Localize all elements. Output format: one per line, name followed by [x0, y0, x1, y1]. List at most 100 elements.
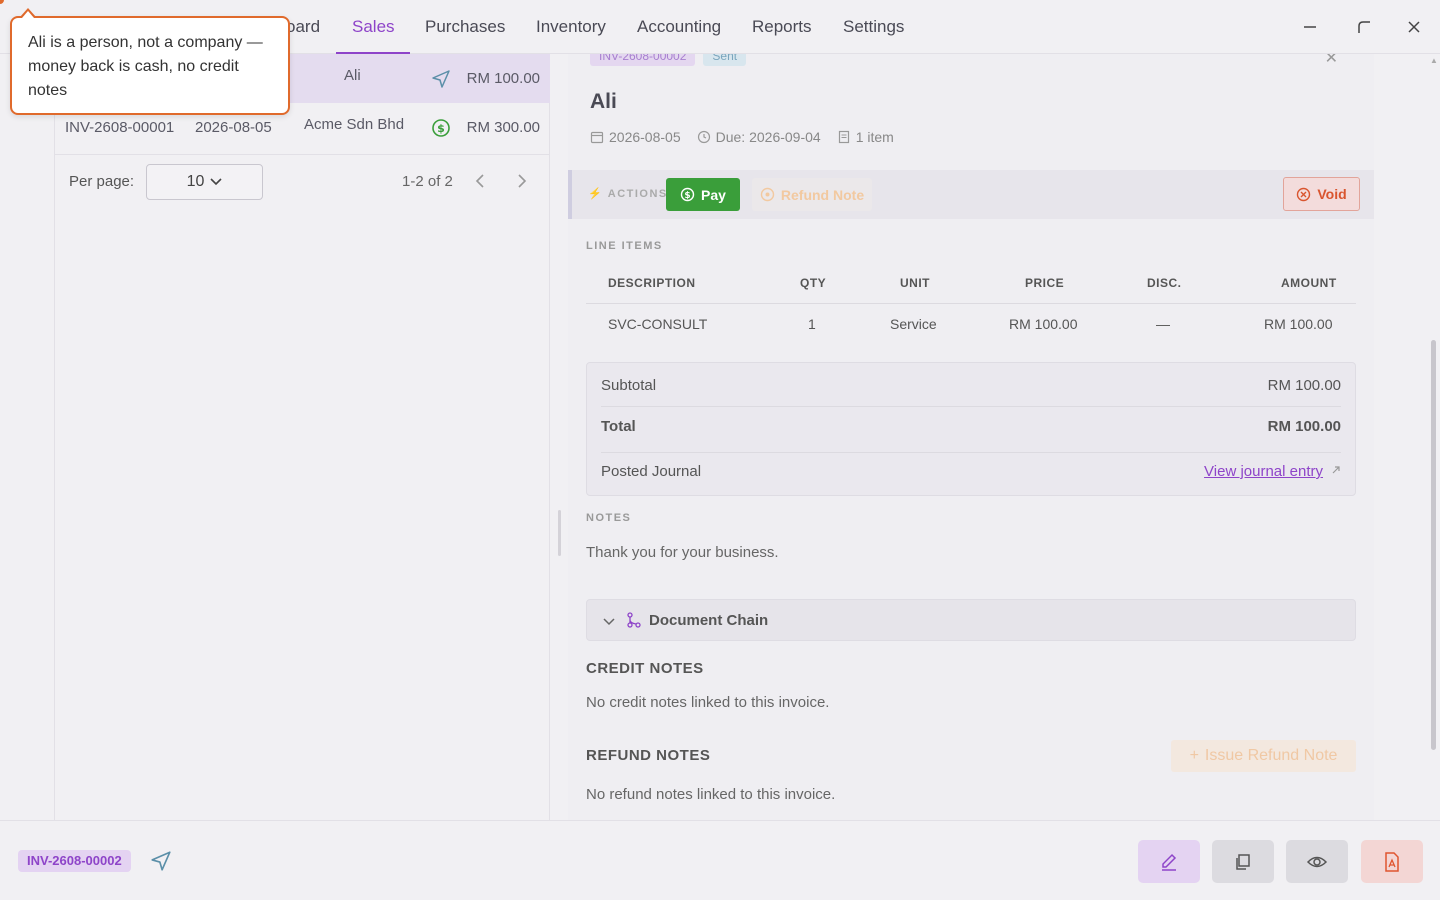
credit-notes-heading: CREDIT NOTES	[586, 660, 704, 677]
line-items-label: LINE ITEMS	[586, 240, 663, 252]
per-page-label: Per page:	[69, 173, 135, 190]
subtotal-row: Subtotal RM 100.00	[601, 363, 1341, 405]
calendar-icon	[590, 131, 604, 144]
pdf-button[interactable]	[1361, 840, 1423, 883]
refund-note-button[interactable]: Refund Note	[752, 178, 872, 211]
edit-button[interactable]	[1138, 840, 1200, 883]
prev-page-icon[interactable]	[471, 171, 491, 191]
chevron-down-icon	[603, 613, 615, 630]
refund-notes-heading: REFUND NOTES	[586, 747, 711, 764]
void-label: Void	[1317, 186, 1347, 202]
pencil-icon	[1162, 853, 1177, 871]
close-icon[interactable]: ✕	[1325, 54, 1338, 68]
nav-inventory[interactable]: Inventory	[520, 0, 622, 54]
scrollbar[interactable]	[1431, 340, 1436, 750]
document-chain-label: Document Chain	[649, 612, 769, 629]
external-link-icon	[1331, 462, 1341, 479]
column-header: DESCRIPTION	[608, 276, 696, 290]
due-date: Due: 2026-09-04	[715, 129, 821, 145]
invoice-amount: RM 100.00	[466, 70, 540, 87]
svg-text:$: $	[437, 122, 445, 135]
posted-journal-row: Posted Journal View journal entry	[601, 449, 1341, 491]
column-header: PRICE	[1025, 276, 1065, 290]
nav-purchases[interactable]: Purchases	[409, 0, 521, 54]
column-header: UNIT	[900, 276, 930, 290]
restore-icon[interactable]	[1349, 12, 1379, 42]
issue-refund-note-label: Issue Refund Note	[1204, 747, 1338, 764]
line-discount: —	[1156, 316, 1170, 332]
invoice-list-panel: Ali RM 100.00 INV-2608-00001 2026-08-05 …	[54, 54, 550, 820]
nav-reports[interactable]: Reports	[736, 0, 828, 54]
x-circle-icon	[1297, 187, 1311, 201]
minimize-icon[interactable]	[1295, 12, 1325, 42]
nav-settings[interactable]: Settings	[827, 0, 920, 54]
per-page-select[interactable]: 10	[146, 164, 263, 200]
tooltip-arrow-inner	[22, 11, 34, 18]
refund-notes-text: No refund notes linked to this invoice.	[586, 786, 836, 803]
line-unit: Service	[890, 316, 937, 332]
pay-button[interactable]: $ Pay	[666, 178, 740, 211]
invoice-customer: Acme Sdn Bhd	[304, 116, 405, 133]
preview-button[interactable]	[1286, 840, 1348, 883]
scroll-up-icon[interactable]: ▲	[1430, 56, 1438, 65]
detail-badges: INV-2608-00002 Sent	[590, 54, 747, 66]
refund-note-label: Refund Note	[780, 186, 865, 203]
total-label: Total	[601, 418, 636, 435]
line-qty: 1	[808, 316, 816, 332]
notes-label: NOTES	[586, 512, 632, 524]
invoice-number-badge: INV-2608-00002	[18, 850, 131, 872]
chevron-down-icon	[210, 173, 222, 191]
column-header: QTY	[800, 276, 827, 290]
document-icon	[838, 130, 849, 144]
plus-icon: +	[1189, 747, 1199, 764]
next-page-icon[interactable]	[511, 171, 531, 191]
invoice-customer: Ali	[344, 67, 361, 84]
total-value: RM 100.00	[1267, 418, 1341, 435]
bottom-toolbar: INV-2608-00002	[0, 820, 1440, 900]
line-amount: RM 100.00	[1264, 316, 1333, 332]
tooltip: Ali is a person, not a company — money b…	[10, 16, 290, 115]
line-description: SVC-CONSULT	[608, 316, 708, 332]
branch-icon	[627, 612, 641, 632]
line-items-header: DESCRIPTION QTY UNIT PRICE DISC. AMOUNT	[586, 264, 1356, 304]
invoice-detail-panel: INV-2608-00002 Sent ✕ Ali 2026-08-05 Due…	[568, 54, 1374, 820]
eye-icon	[1306, 856, 1328, 867]
send-icon	[431, 69, 451, 93]
nav-sales[interactable]: Sales	[336, 0, 410, 54]
issue-refund-note-button[interactable]: + Issue Refund Note	[1171, 740, 1356, 772]
subtotal-label: Subtotal	[601, 377, 657, 394]
pdf-icon	[1385, 851, 1399, 872]
clock-icon	[697, 130, 710, 144]
duplicate-button[interactable]	[1212, 840, 1274, 883]
pagination: Per page: 10 1-2 of 2	[55, 154, 550, 206]
column-header: AMOUNT	[1281, 276, 1337, 290]
view-journal-link[interactable]: View journal entry	[1204, 463, 1323, 480]
invoice-meta: 2026-08-05 Due: 2026-09-04 1 item	[590, 129, 894, 145]
invoice-number-badge: INV-2608-00002	[590, 54, 696, 66]
notes-text: Thank you for your business.	[586, 544, 779, 561]
invoice-date: 2026-08-05	[195, 119, 272, 136]
column-header: DISC.	[1147, 276, 1182, 290]
dollar-circle-icon: $	[680, 187, 695, 202]
tooltip-text: Ali is a person, not a company — money b…	[28, 34, 263, 99]
table-row: SVC-CONSULT 1 Service RM 100.00 — RM 100…	[586, 304, 1356, 342]
invoice-amount: RM 300.00	[466, 119, 540, 136]
document-chain-toggle[interactable]: Document Chain	[586, 599, 1356, 641]
posted-journal-label: Posted Journal	[601, 463, 702, 480]
item-count: 1 item	[855, 129, 894, 145]
close-window-icon[interactable]	[1399, 12, 1429, 42]
status-badge: Sent	[703, 54, 747, 66]
totals-box: Subtotal RM 100.00 Total RM 100.00 Poste…	[586, 362, 1356, 496]
void-button[interactable]: Void	[1283, 177, 1360, 211]
panel-resize-handle[interactable]	[558, 510, 561, 556]
page-title: Ali	[590, 90, 617, 113]
nav-accounting[interactable]: Accounting	[621, 0, 737, 54]
page-count: 1-2 of 2	[402, 173, 453, 190]
per-page-value: 10	[186, 173, 205, 190]
pay-label: Pay	[701, 186, 726, 203]
svg-text:$: $	[684, 191, 690, 201]
copy-icon	[1236, 853, 1250, 870]
dollar-circle-icon: $	[431, 118, 451, 142]
refund-icon	[760, 187, 775, 202]
actions-label: ⚡ ACTIONS	[588, 188, 668, 200]
